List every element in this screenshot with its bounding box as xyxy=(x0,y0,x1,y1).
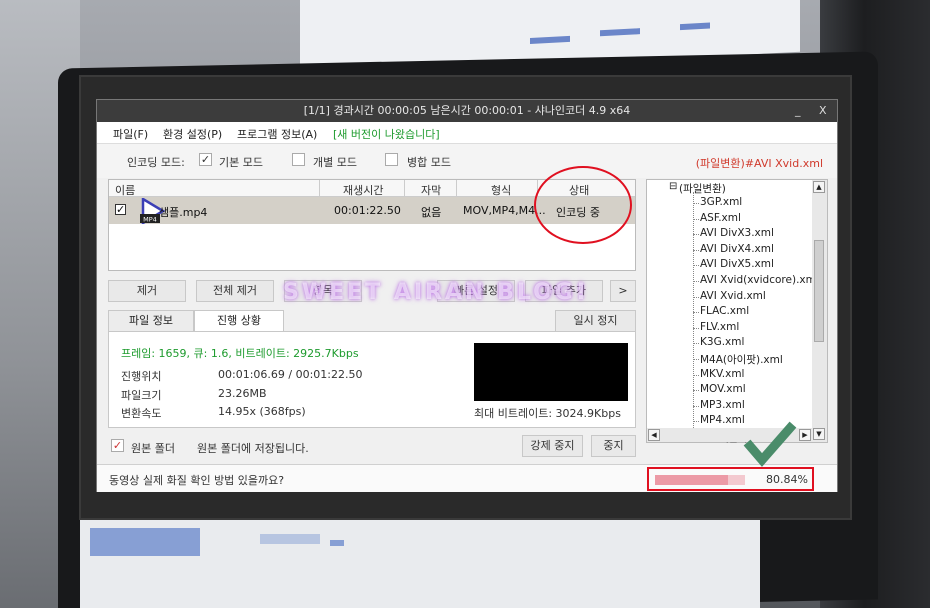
max-bitrate: 최대 비트레이트: 3024.9Kbps xyxy=(474,407,621,420)
tree-item[interactable]: MOV.xml xyxy=(700,383,746,395)
status-bar: 동영상 실제 화질 확인 방법 있을까요? 80.84% xyxy=(97,464,837,492)
original-folder-checkbox[interactable]: ✓ xyxy=(111,439,124,452)
tree-branch-line xyxy=(693,359,699,360)
stop-button[interactable]: 중지 xyxy=(591,435,636,457)
speed-value: 14.95x (368fps) xyxy=(218,405,306,418)
tree-branch-line xyxy=(693,405,699,407)
scroll-left-icon[interactable]: ◀ xyxy=(648,429,660,441)
tree-item[interactable]: K3G.xml xyxy=(700,336,744,348)
progress-percent: 80.84% xyxy=(766,473,808,486)
individual-mode-label: 개별 모드 xyxy=(313,156,357,169)
position-value: 00:01:06.69 / 00:01:22.50 xyxy=(218,368,363,381)
scroll-up-icon[interactable]: ▲ xyxy=(813,181,825,193)
column-format[interactable]: 형식 xyxy=(491,182,511,198)
row-checkbox[interactable]: ✓ xyxy=(115,204,126,215)
app-window: [1/1] 경과시간 00:00:05 남은시간 00:00:01 - 샤나인코… xyxy=(96,99,838,492)
encoding-stats: 프레임: 1659, 큐: 1.6, 비트레이트: 2925.7Kbps xyxy=(121,347,359,360)
encoding-mode-label: 인코딩 모드: xyxy=(127,156,185,169)
status-highlight-circle xyxy=(534,166,632,244)
check-mark-icon xyxy=(743,421,797,467)
blog-watermark: SWEET AIRAN BLOG! xyxy=(283,280,589,305)
column-duration[interactable]: 재생시간 xyxy=(343,182,383,198)
tree-vertical-scrollbar[interactable]: ▲ ▼ xyxy=(812,180,827,442)
background-spreadsheet-bottom xyxy=(80,520,760,608)
tree-item[interactable]: AVI DivX4.xml xyxy=(700,243,774,255)
tree-branch-line xyxy=(693,343,699,345)
menu-file[interactable]: 파일(F) xyxy=(113,126,148,142)
close-button[interactable]: X xyxy=(819,100,827,122)
speed-label: 변환속도 xyxy=(121,407,162,420)
scroll-thumb[interactable] xyxy=(814,240,824,342)
tree-item[interactable]: AVI DivX3.xml xyxy=(700,227,774,239)
menu-settings[interactable]: 환경 설정(P) xyxy=(163,126,222,142)
tree-item[interactable]: FLAC.xml xyxy=(700,305,749,317)
column-subtitle[interactable]: 자막 xyxy=(421,182,441,198)
basic-mode-checkbox[interactable]: ✓ xyxy=(199,153,212,166)
tree-branch-line xyxy=(693,234,699,236)
scroll-down-icon[interactable]: ▼ xyxy=(813,428,825,440)
title-bar: [1/1] 경과시간 00:00:05 남은시간 00:00:01 - 샤나인코… xyxy=(97,100,837,122)
status-question[interactable]: 동영상 실제 화질 확인 방법 있을까요? xyxy=(109,472,284,488)
progress-panel: 프레임: 1659, 큐: 1.6, 비트레이트: 2925.7Kbps 진행위… xyxy=(108,331,636,428)
tree-branch-line xyxy=(693,374,699,376)
force-stop-button[interactable]: 강제 중지 xyxy=(522,435,583,457)
tree-branch-line xyxy=(693,327,699,329)
tree-item[interactable]: AVI DivX5.xml xyxy=(700,258,774,270)
menu-new-version[interactable]: [새 버전이 나왔습니다] xyxy=(333,126,440,142)
basic-mode-label: 기본 모드 xyxy=(219,156,263,169)
progress-fill xyxy=(655,475,728,485)
tree-item[interactable]: 3GP.xml xyxy=(700,196,742,208)
svg-text:MP4: MP4 xyxy=(143,216,157,224)
tree-item[interactable]: AVI Xvid.xml xyxy=(700,290,766,302)
tree-item[interactable]: M4A(아이팟).xml xyxy=(700,352,783,367)
more-button[interactable]: > xyxy=(610,280,636,302)
preset-tree[interactable]: ⊟ (파일변환) 3GP.xml ASF.xml AVI DivX3.xml AVI … xyxy=(646,179,828,444)
minimize-button[interactable]: _ xyxy=(795,100,801,122)
tree-branch-line xyxy=(693,218,699,220)
output-description: 원본 폴더에 저장됩니다. xyxy=(197,442,309,455)
file-subtitle: 없음 xyxy=(421,206,442,219)
tree-branch-line xyxy=(693,249,699,251)
tab-file-info[interactable]: 파일 정보 xyxy=(108,310,194,332)
tree-branch-line xyxy=(693,203,699,204)
tree-item[interactable]: FLV.xml xyxy=(700,321,739,333)
tree-branch-line xyxy=(693,296,699,298)
scroll-right-icon[interactable]: ▶ xyxy=(799,429,811,441)
tree-branch-line xyxy=(693,281,699,282)
column-name[interactable]: 이름 xyxy=(115,182,135,198)
tree-collapse-icon[interactable]: ⊟ xyxy=(669,181,677,192)
tree-branch-line xyxy=(693,421,699,423)
merge-mode-label: 병합 모드 xyxy=(407,156,451,169)
file-name: 샘플.mp4 xyxy=(159,206,208,219)
menu-bar: 파일(F) 환경 설정(P) 프로그램 정보(A) [새 버전이 나왔습니다] xyxy=(97,122,837,144)
tree-guide-line xyxy=(693,192,694,440)
tree-root[interactable]: (파일변환) xyxy=(679,181,726,196)
tree-branch-line xyxy=(693,390,699,392)
tree-item[interactable]: AVI Xvid(xvidcore).xml xyxy=(700,274,819,286)
menu-program-info[interactable]: 프로그램 정보(A) xyxy=(237,126,317,142)
tree-item[interactable]: MKV.xml xyxy=(700,368,744,380)
merge-mode-checkbox[interactable] xyxy=(385,153,398,166)
preset-label: (파일변환)#AVI Xvid.xml xyxy=(695,157,823,170)
progress-highlight-box: 80.84% xyxy=(647,467,814,491)
position-label: 진행위치 xyxy=(121,370,162,383)
encoding-mode-row: 인코딩 모드: ✓ 기본 모드 개별 모드 병합 모드 (파일변환)#AVI X… xyxy=(97,144,837,178)
remove-button[interactable]: 제거 xyxy=(108,280,186,302)
video-preview xyxy=(474,343,628,401)
filesize-label: 파일크기 xyxy=(121,389,162,402)
pause-button[interactable]: 일시 정지 xyxy=(555,310,636,332)
remove-all-button[interactable]: 전체 제거 xyxy=(196,280,274,302)
filesize-value: 23.26MB xyxy=(218,387,267,400)
tree-item[interactable]: MP3.xml xyxy=(700,399,745,411)
tree-branch-line xyxy=(693,265,699,267)
original-folder-label: 원본 폴더 xyxy=(131,442,175,455)
tree-branch-line xyxy=(693,312,699,314)
file-duration: 00:01:22.50 xyxy=(334,204,401,217)
window-title: [1/1] 경과시간 00:00:05 남은시간 00:00:01 - 샤나인코… xyxy=(303,104,631,117)
individual-mode-checkbox[interactable] xyxy=(292,153,305,166)
tab-progress[interactable]: 진행 상황 xyxy=(194,310,284,332)
progress-bar xyxy=(655,475,745,485)
tree-item[interactable]: ASF.xml xyxy=(700,212,741,224)
